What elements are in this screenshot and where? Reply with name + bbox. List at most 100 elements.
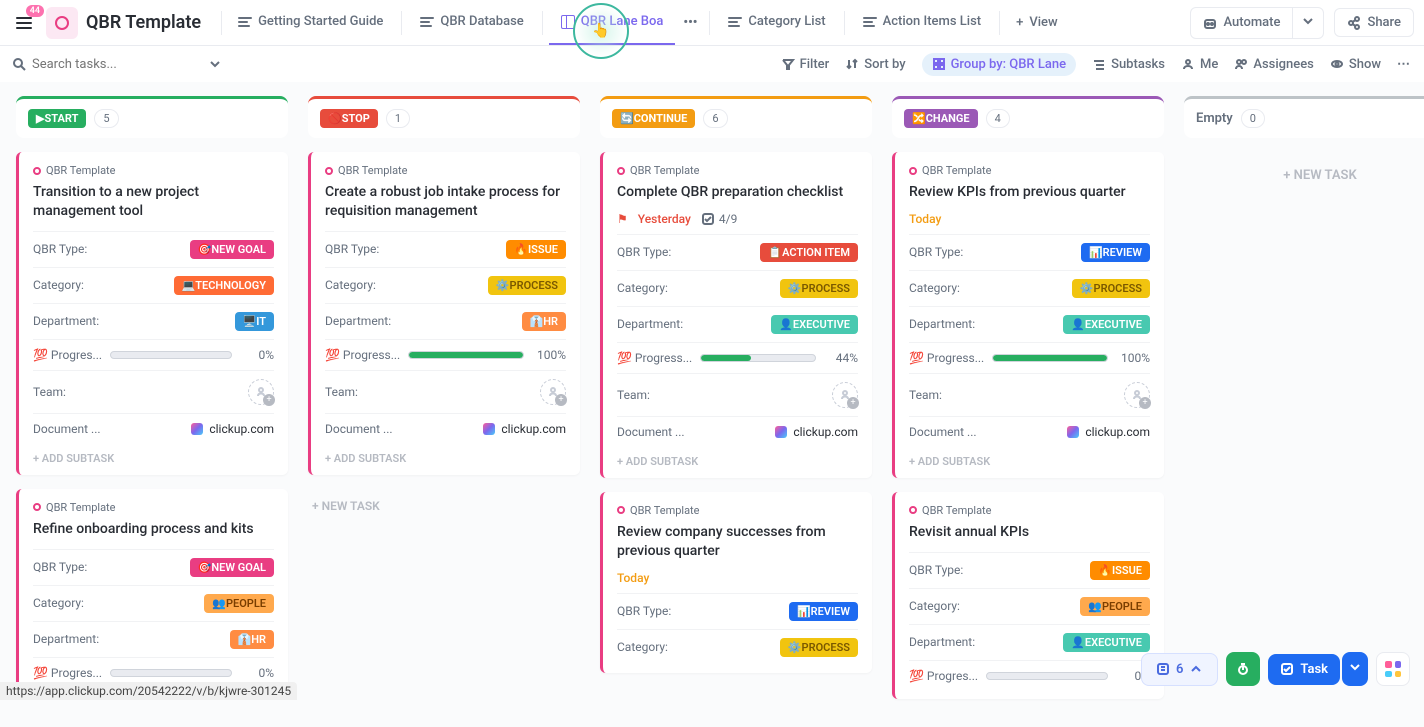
task-card[interactable]: QBR Template Complete QBR preparation ch…	[600, 152, 872, 478]
list-dot-icon	[325, 167, 333, 175]
task-title: Review company successes from previous q…	[617, 523, 858, 561]
tab-label: QBR Lane Boa	[581, 14, 664, 29]
notes-pill[interactable]: 6	[1141, 653, 1218, 686]
top-header: 44 QBR Template Getting Started Guide QB…	[0, 0, 1424, 46]
menu-button[interactable]: 44	[10, 9, 38, 37]
share-button[interactable]: Share	[1334, 8, 1414, 37]
status-bar-url: https://app.clickup.com/20542222/v/b/kjw…	[0, 682, 297, 700]
add-assignee[interactable]: +	[832, 382, 858, 408]
divider	[999, 11, 1000, 35]
tag-executive[interactable]: 👤EXECUTIVE	[771, 315, 858, 334]
tag-review[interactable]: 📊REVIEW	[1081, 243, 1150, 262]
subtasks-icon	[1092, 57, 1106, 71]
column-header-continue[interactable]: 🔄CONTINUE 6	[600, 96, 872, 138]
task-card[interactable]: QBR Template Revisit annual KPIs QBR Typ…	[892, 492, 1164, 699]
column-header-change[interactable]: 🔀CHANGE 4	[892, 96, 1164, 138]
tag-process[interactable]: ⚙️PROCESS	[488, 276, 566, 295]
new-task-button[interactable]: + NEW TASK	[1184, 152, 1424, 199]
tab-qbr-lane-board[interactable]: QBR Lane Boa	[549, 0, 676, 45]
tag-newgoal[interactable]: 🎯NEW GOAL	[190, 240, 274, 259]
share-label: Share	[1367, 15, 1401, 30]
automate-button[interactable]: Automate	[1191, 8, 1292, 38]
checklist-count: 4/9	[701, 212, 737, 226]
tag-process[interactable]: ⚙️PROCESS	[780, 279, 858, 298]
sort-button[interactable]: Sort by	[845, 57, 905, 72]
tag-it[interactable]: 🖥️IT	[235, 312, 274, 331]
add-view-button[interactable]: + View	[1006, 15, 1068, 30]
tab-action-items[interactable]: Action Items List	[851, 0, 993, 45]
tag-review[interactable]: 📊REVIEW	[789, 602, 858, 621]
task-card[interactable]: QBR Template Transition to a new project…	[16, 152, 288, 475]
column-header-stop[interactable]: 🚫STOP 1	[308, 96, 580, 138]
tab-qbr-database[interactable]: QBR Database	[408, 0, 535, 45]
tag-executive[interactable]: 👤EXECUTIVE	[1063, 315, 1150, 334]
timer-button[interactable]	[1226, 652, 1260, 686]
tag-people[interactable]: 👥PEOPLE	[204, 594, 274, 613]
search-input[interactable]	[32, 57, 192, 72]
doc-link[interactable]: clickup.com	[775, 425, 858, 439]
sort-icon	[845, 57, 859, 71]
filter-button[interactable]: Filter	[781, 57, 830, 72]
chevron-down-icon	[1301, 14, 1315, 28]
add-subtask-button[interactable]: + ADD SUBTASK	[617, 447, 858, 470]
group-by-pill[interactable]: Group by: QBR Lane	[922, 53, 1077, 76]
automate-dropdown[interactable]	[1292, 8, 1323, 38]
task-title: Review KPIs from previous quarter	[909, 183, 1150, 202]
tag-executive[interactable]: 👤EXECUTIVE	[1063, 633, 1150, 652]
show-button[interactable]: Show	[1330, 57, 1381, 72]
tag-action[interactable]: 📋ACTION ITEM	[760, 243, 858, 262]
page-title: QBR Template	[86, 12, 201, 33]
new-task-fab[interactable]: Task	[1268, 654, 1340, 685]
workspace-icon[interactable]	[46, 7, 78, 39]
column-header-empty[interactable]: Empty 0	[1184, 96, 1424, 138]
filter-icon	[781, 57, 795, 71]
column-continue: 🔄CONTINUE 6 QBR Template Complete QBR pr…	[600, 96, 872, 713]
subtasks-button[interactable]: Subtasks	[1092, 57, 1165, 72]
doc-link[interactable]: clickup.com	[191, 422, 274, 436]
add-assignee[interactable]: +	[1124, 382, 1150, 408]
add-assignee[interactable]: +	[248, 379, 274, 405]
doc-link[interactable]: clickup.com	[1067, 425, 1150, 439]
me-button[interactable]: Me	[1181, 57, 1218, 72]
tag-technology[interactable]: 💻TECHNOLOGY	[174, 276, 274, 295]
tag-people[interactable]: 👥PEOPLE	[1080, 597, 1150, 616]
add-subtask-button[interactable]: + ADD SUBTASK	[909, 447, 1150, 470]
tag-newgoal[interactable]: 🎯NEW GOAL	[190, 558, 274, 577]
due-date: Today	[909, 212, 941, 226]
task-card[interactable]: QBR Template Create a robust job intake …	[308, 152, 580, 475]
automate-label: Automate	[1223, 15, 1280, 30]
tag-hr[interactable]: 👔HR	[522, 312, 566, 331]
task-card[interactable]: QBR Template Refine onboarding process a…	[16, 489, 288, 696]
column-stop: 🚫STOP 1 QBR Template Create a robust job…	[308, 96, 580, 713]
new-task-button[interactable]: + NEW TASK	[308, 489, 580, 523]
tab-getting-started[interactable]: Getting Started Guide	[226, 0, 395, 45]
search-wrap	[12, 57, 222, 72]
task-card[interactable]: QBR Template Review KPIs from previous q…	[892, 152, 1164, 478]
doc-link[interactable]: clickup.com	[483, 422, 566, 436]
task-title: Revisit annual KPIs	[909, 523, 1150, 542]
add-subtask-button[interactable]: + ADD SUBTASK	[33, 444, 274, 467]
progress-bar	[992, 354, 1108, 362]
tag-process[interactable]: ⚙️PROCESS	[1072, 279, 1150, 298]
progress-bar	[110, 669, 232, 677]
column-header-start[interactable]: ▶START 5	[16, 96, 288, 138]
assignees-button[interactable]: Assignees	[1234, 57, 1314, 72]
tag-issue[interactable]: 🔥ISSUE	[506, 240, 566, 259]
tag-issue[interactable]: 🔥ISSUE	[1090, 561, 1150, 580]
stopwatch-icon	[1236, 662, 1250, 676]
apps-button[interactable]	[1376, 652, 1410, 686]
chevron-down-icon[interactable]	[208, 57, 222, 71]
clickup-icon	[483, 423, 495, 435]
tag-hr[interactable]: 👔HR	[230, 630, 274, 649]
toolbar-more[interactable]: ⋯	[1397, 57, 1412, 72]
tab-category-list[interactable]: Category List	[716, 0, 837, 45]
add-assignee[interactable]: +	[540, 379, 566, 405]
plus-icon: +	[1016, 15, 1023, 30]
task-card[interactable]: QBR Template Review company successes fr…	[600, 492, 872, 673]
tag-process[interactable]: ⚙️PROCESS	[780, 638, 858, 657]
task-fab-dropdown[interactable]	[1342, 652, 1368, 686]
add-subtask-button[interactable]: + ADD SUBTASK	[325, 444, 566, 467]
tab-more-button[interactable]: •••	[677, 15, 703, 30]
list-dot-icon	[909, 167, 917, 175]
task-title: Create a robust job intake process for r…	[325, 183, 566, 221]
